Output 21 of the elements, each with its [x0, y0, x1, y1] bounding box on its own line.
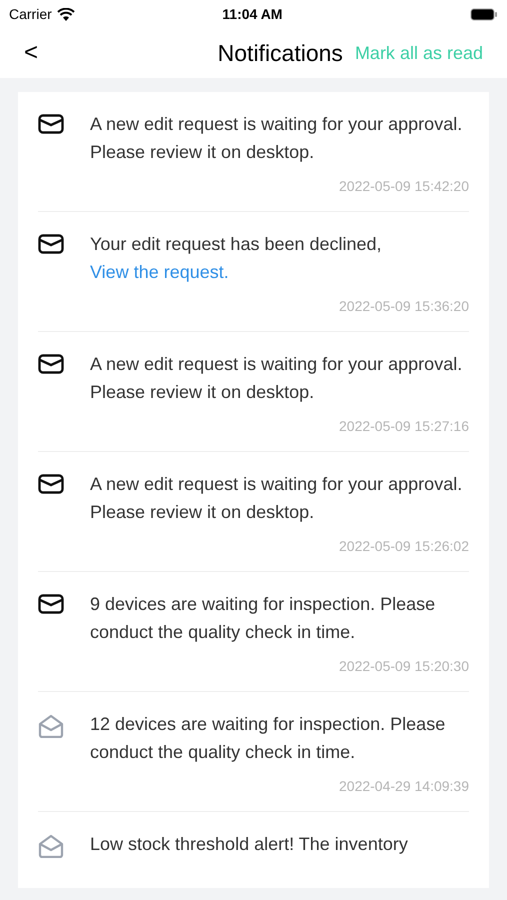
- carrier-label: Carrier: [9, 4, 52, 24]
- back-button[interactable]: <: [24, 41, 38, 65]
- wifi-icon: [56, 8, 75, 20]
- notification-timestamp: 2022-05-09 15:20:30: [339, 657, 469, 676]
- notification-message: A new edit request is waiting for your approval. Please review it on desktop.: [90, 113, 464, 164]
- view-request-link[interactable]: View the request.: [90, 262, 229, 282]
- clock: 11:04 AM: [222, 4, 284, 24]
- mark-all-read-link[interactable]: Mark all as read: [354, 40, 483, 66]
- notification-message: A new edit request is waiting for your approval. Please review it on desktop.: [90, 353, 464, 404]
- notification-timestamp: 2022-05-09 15:26:02: [339, 537, 469, 556]
- notification-timestamp: 2022-05-09 15:42:20: [339, 177, 469, 196]
- notification-timestamp: 2022-05-09 15:36:20: [339, 297, 469, 316]
- notification-message: Your edit request has been declined, View the request.: [90, 233, 383, 284]
- notification-message: 12 devices are waiting for inspection. Please conduct the quality check in time.: [90, 713, 446, 764]
- notification-message: Low stock threshold alert! The inventory: [90, 833, 409, 856]
- notification-timestamp: 2022-05-09 15:27:16: [339, 417, 469, 436]
- battery-icon: [470, 8, 498, 20]
- notification-message: 9 devices are waiting for inspection. Please conduct the quality check in time.: [90, 593, 436, 644]
- notification-timestamp: 2022-04-29 14:09:39: [339, 777, 469, 796]
- page-title: Notifications: [218, 38, 343, 68]
- notification-message: A new edit request is waiting for your approval. Please review it on desktop.: [90, 473, 464, 524]
